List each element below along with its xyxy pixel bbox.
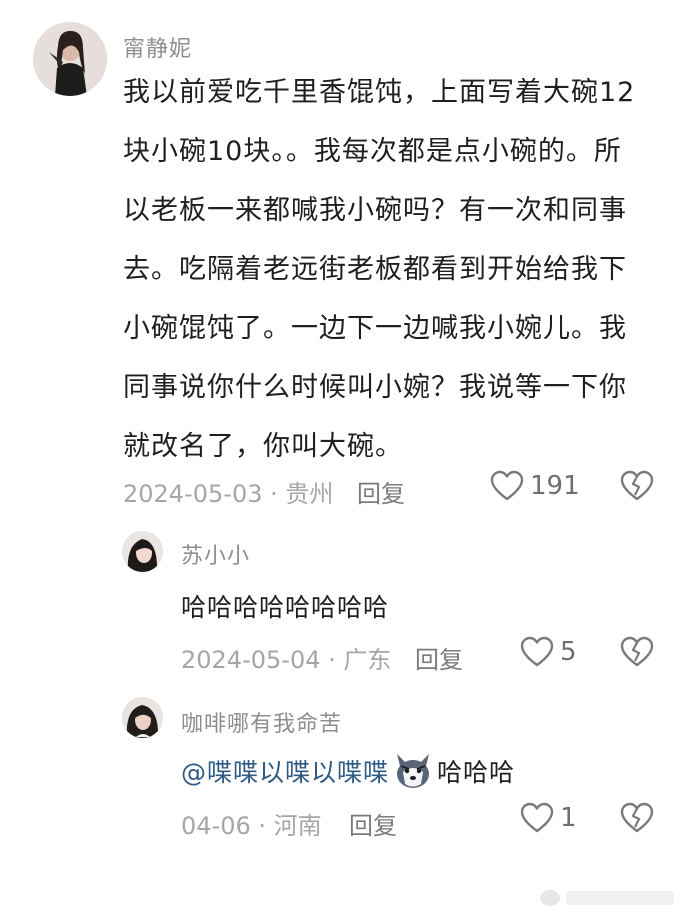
heart-icon [520,802,554,833]
comment-text-line: 以老板一来都喊我小碗吗？有一次和同事 [123,195,627,226]
reply-button[interactable]: 回复 [349,806,397,841]
avatar[interactable] [122,531,163,572]
dislike-button[interactable] [620,636,654,672]
comment-text-line: 同事说你什么时候叫小婉？我说等一下你 [123,372,627,403]
reply-text-suffix: 哈哈哈 [437,758,516,787]
comment-text-line: 去。吃隔着老远街老板都看到开始给我下 [123,254,627,285]
reply-meta: 04-06 · 河南 [181,812,322,840]
avatar-photo [33,22,107,96]
comment-text-line: 块小碗10块。。我每次都是点小碗的。所 [123,136,622,167]
avatar-photo [122,531,163,572]
reply-meta: 2024-05-04 · 广东 [181,646,392,674]
reply-text: 哈哈哈哈哈哈哈哈 [181,593,390,622]
avatar[interactable] [33,22,107,96]
mention-link[interactable]: @喋喋以喋以喋喋 [181,758,389,787]
avatar[interactable] [122,697,163,738]
reply-username[interactable]: 苏小小 [181,538,250,570]
heart-icon [520,636,554,667]
watermark-logo [538,885,678,913]
dislike-button[interactable] [620,470,654,506]
comment-username[interactable]: 甯静妮 [123,31,192,63]
broken-heart-icon [620,470,654,501]
like-count: 1 [560,803,577,833]
reply-username[interactable]: 咖啡哪有我命苦 [181,706,342,738]
husky-emoji-icon [393,752,433,796]
comment-text: 我以前爱吃千里香馄饨，上面写着大碗12 块小碗10块。。我每次都是点小碗的。所 … [123,63,635,476]
broken-heart-icon [620,802,654,833]
comment-text-line: 小碗馄饨了。一边下一边喊我小婉儿。我 [123,313,627,344]
reply-button[interactable]: 回复 [357,474,405,509]
like-count: 5 [560,637,577,667]
reply-button[interactable]: 回复 [415,640,463,675]
like-button[interactable]: 191 [490,470,580,502]
dislike-button[interactable] [620,802,654,838]
like-button[interactable]: 1 [520,802,577,834]
like-button[interactable]: 5 [520,636,577,668]
comment-meta: 2024-05-03 · 贵州 [123,480,334,508]
broken-heart-icon [620,636,654,667]
comment-text-line: 我以前爱吃千里香馄饨，上面写着大碗12 [123,77,636,108]
avatar-photo [122,697,163,738]
like-count: 191 [530,471,580,501]
heart-icon [490,470,524,501]
reply-text: @喋喋以喋以喋喋 哈哈哈 [181,752,515,796]
comment-text-line: 就改名了，你叫大碗。 [123,431,403,462]
